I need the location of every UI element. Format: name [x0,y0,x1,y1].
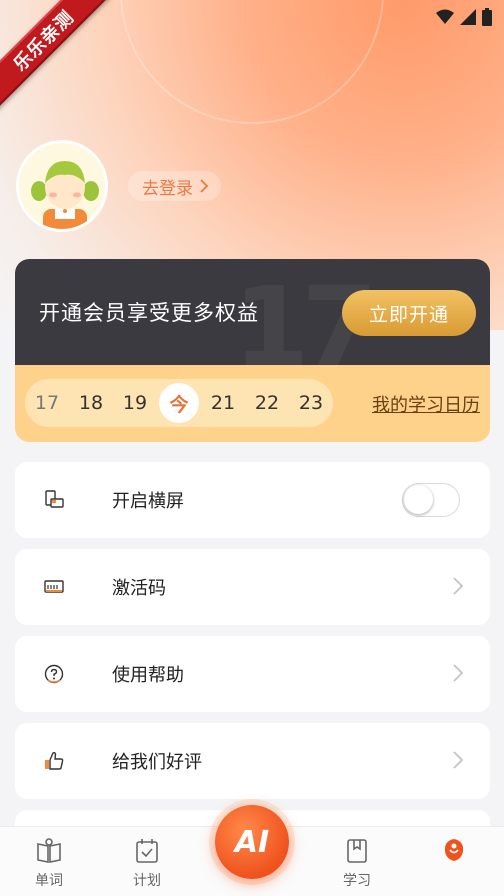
open-vip-button[interactable]: 立即开通 [342,290,476,336]
landscape-setting-row: 开启横屏 [15,462,490,538]
profile-active-icon [444,839,464,861]
vip-banner: 17 开通会员享受更多权益 立即开通 [15,259,490,365]
bookmark-book-icon [347,839,367,863]
tab-plan-label: 计划 [133,873,161,889]
battery-icon [482,8,492,26]
login-button[interactable]: 去登录 [128,171,221,201]
calendar-day[interactable]: 22 [245,392,289,414]
chevron-right-icon [200,179,209,193]
help-row[interactable]: 使用帮助 [15,636,490,712]
vip-card: 17 开通会员享受更多权益 立即开通 17 18 19 今 21 22 23 我… [15,259,490,442]
calendar-day[interactable]: 18 [69,392,113,414]
study-calendar-link[interactable]: 我的学习日历 [372,391,480,417]
vip-promo-text: 开通会员享受更多权益 [39,301,259,325]
tab-study-label: 学习 [343,873,371,889]
chevron-right-icon [453,751,464,769]
tab-profile[interactable] [424,837,484,865]
review-row[interactable]: 给我们好评 [15,723,490,799]
calendar-day[interactable]: 23 [289,392,333,414]
signal-icon [460,9,476,25]
activation-code-label: 激活码 [112,578,166,599]
wifi-icon [436,9,454,24]
landscape-toggle[interactable] [402,483,460,517]
tab-plan[interactable]: 计划 [117,837,177,890]
calendar-day[interactable]: 21 [201,392,245,414]
landscape-label: 开启横屏 [112,491,184,512]
toggle-knob [404,485,433,514]
screen-rotate-icon [45,490,64,508]
calendar-day[interactable]: 17 [25,392,69,414]
book-icon [37,838,61,863]
tab-words-label: 单词 [35,873,63,889]
ai-button[interactable]: AI [215,805,289,879]
login-label: 去登录 [142,178,193,199]
calendar-day[interactable]: 19 [113,392,157,414]
help-label: 使用帮助 [112,665,184,686]
tab-study[interactable]: 学习 [327,837,387,890]
help-icon [44,664,64,684]
thumbs-up-icon [45,751,64,770]
ticket-icon [44,580,64,593]
week-calendar: 17 18 19 今 21 22 23 [25,379,333,427]
calendar-day-today[interactable]: 今 [159,383,199,423]
chevron-right-icon [453,577,464,595]
avatar[interactable] [16,140,108,232]
status-bar [436,6,492,28]
chevron-right-icon [453,664,464,682]
calendar-check-icon [136,839,158,863]
review-label: 给我们好评 [112,752,202,773]
tab-words[interactable]: 单词 [19,837,79,890]
activation-code-row[interactable]: 激活码 [15,549,490,625]
